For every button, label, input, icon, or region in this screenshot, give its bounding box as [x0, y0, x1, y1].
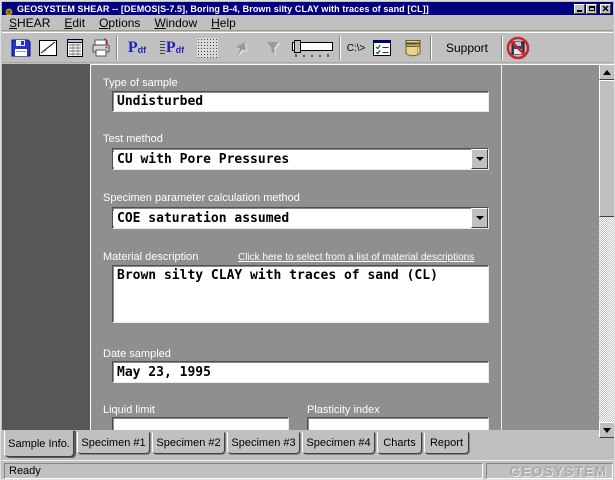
- toolbar-separator: [116, 36, 118, 60]
- tab-bar: Sample Info. Specimen #1 Specimen #2 Spe…: [2, 430, 613, 460]
- checklist-button[interactable]: [369, 35, 395, 61]
- chevron-down-icon: [476, 157, 484, 161]
- brand-text: GEOSYSTEM: [509, 463, 607, 479]
- menu-options[interactable]: Options: [92, 15, 147, 31]
- tab-specimen-1[interactable]: Specimen #1: [77, 432, 150, 454]
- form-right-edge: [501, 65, 502, 430]
- window-title: GEOSYSTEM SHEAR -- [DEMOS|S-7.5], Boring…: [17, 4, 574, 14]
- checklist-icon: [371, 37, 393, 59]
- date-sampled-label: Date sampled: [103, 348, 171, 360]
- pdf-report-icon: Pdf: [160, 40, 184, 56]
- tab-report[interactable]: Report: [424, 432, 469, 454]
- close-icon: [602, 5, 609, 12]
- discard-save-button[interactable]: [505, 35, 531, 61]
- material-description-label: Material description: [103, 251, 198, 263]
- pin-icon: [230, 37, 252, 59]
- disabled-funnel-button: [260, 35, 286, 61]
- tab-specimen-3[interactable]: Specimen #3: [227, 432, 300, 454]
- app-window: GEOSYSTEM SHEAR -- [DEMOS|S-7.5], Boring…: [0, 0, 615, 480]
- close-button[interactable]: [600, 4, 611, 14]
- tab-charts[interactable]: Charts: [377, 432, 422, 454]
- scroll-down-button[interactable]: [599, 422, 615, 438]
- save-button[interactable]: [8, 35, 34, 61]
- maximize-button[interactable]: [586, 4, 597, 14]
- slider-icon: [291, 37, 335, 59]
- test-method-label: Test method: [103, 133, 163, 145]
- minimize-button[interactable]: [574, 4, 585, 14]
- liquid-limit-label: Liquid limit: [103, 404, 155, 416]
- tab-sample-info[interactable]: Sample Info.: [4, 430, 74, 457]
- export-pdf-report-button[interactable]: Pdf: [155, 35, 189, 61]
- toolbar-separator: [430, 36, 432, 60]
- plasticity-index-input[interactable]: [307, 417, 489, 430]
- client-area: Type of sample Test method CU with Pore …: [2, 64, 615, 430]
- menu-bar: SHEAR Edit Options Window Help: [2, 15, 613, 31]
- chevron-down-icon: [476, 216, 484, 220]
- type-of-sample-label: Type of sample: [103, 77, 178, 89]
- status-bar: Ready GEOSYSTEM: [2, 460, 613, 480]
- chart-button[interactable]: [35, 35, 61, 61]
- matrix-icon: [197, 38, 218, 58]
- print-icon: [90, 37, 112, 59]
- test-method-value: CU with Pore Pressures: [113, 152, 471, 167]
- print-button[interactable]: [88, 35, 114, 61]
- tab-specimen-2[interactable]: Specimen #2: [152, 432, 225, 454]
- sample-jar-button[interactable]: [400, 35, 426, 61]
- date-sampled-input[interactable]: [112, 361, 489, 383]
- sample-info-form: Type of sample Test method CU with Pore …: [90, 64, 601, 430]
- app-icon: [4, 4, 14, 14]
- spec-param-combo[interactable]: COE saturation assumed: [112, 207, 489, 229]
- report-grid-button[interactable]: [62, 35, 88, 61]
- toolbar-separator: [501, 36, 503, 60]
- status-message: Ready: [4, 463, 483, 479]
- scrollbar-thumb[interactable]: [599, 80, 615, 217]
- save-icon: [10, 37, 32, 59]
- tab-specimen-4[interactable]: Specimen #4: [302, 432, 375, 454]
- support-button[interactable]: Support: [436, 35, 498, 61]
- funnel-icon: [262, 37, 284, 59]
- toolbar-separator: [339, 36, 341, 60]
- menu-window[interactable]: Window: [147, 15, 204, 31]
- title-bar: GEOSYSTEM SHEAR -- [DEMOS|S-7.5], Boring…: [2, 2, 613, 15]
- material-description-input[interactable]: Brown silty CLAY with traces of sand (CL…: [112, 265, 489, 323]
- dos-prompt-button[interactable]: C:\>: [343, 35, 369, 61]
- material-description-link[interactable]: Click here to select from a list of mate…: [238, 252, 474, 263]
- disabled-pin-button: [228, 35, 254, 61]
- vertical-scrollbar[interactable]: [599, 64, 615, 438]
- slider-button[interactable]: [290, 35, 336, 61]
- chevron-down-icon: [603, 428, 611, 433]
- report-grid-icon: [64, 37, 86, 59]
- type-of-sample-input[interactable]: [112, 91, 489, 112]
- liquid-limit-input[interactable]: [112, 417, 289, 430]
- toolbar: Pdf Pdf: [2, 32, 613, 63]
- test-method-combo[interactable]: CU with Pore Pressures: [112, 148, 489, 170]
- dos-prompt-icon: C:\>: [347, 43, 366, 54]
- pdf-icon: Pdf: [128, 40, 146, 56]
- menu-shear[interactable]: SHEAR: [2, 15, 57, 31]
- menu-help[interactable]: Help: [204, 15, 243, 31]
- chart-icon: [37, 37, 59, 59]
- no-save-icon: [506, 36, 530, 60]
- data-matrix-button[interactable]: [194, 35, 220, 61]
- spec-param-label: Specimen parameter calculation method: [103, 192, 300, 204]
- export-pdf-button[interactable]: Pdf: [122, 35, 152, 61]
- chevron-up-icon: [603, 70, 611, 75]
- scroll-up-button[interactable]: [599, 64, 615, 80]
- jar-icon: [402, 37, 424, 59]
- plasticity-index-label: Plasticity index: [307, 404, 380, 416]
- menu-edit[interactable]: Edit: [57, 15, 92, 31]
- dropdown-button[interactable]: [471, 149, 488, 169]
- brand-panel: GEOSYSTEM: [486, 463, 613, 479]
- spec-param-value: COE saturation assumed: [113, 211, 471, 226]
- dropdown-button[interactable]: [471, 208, 488, 228]
